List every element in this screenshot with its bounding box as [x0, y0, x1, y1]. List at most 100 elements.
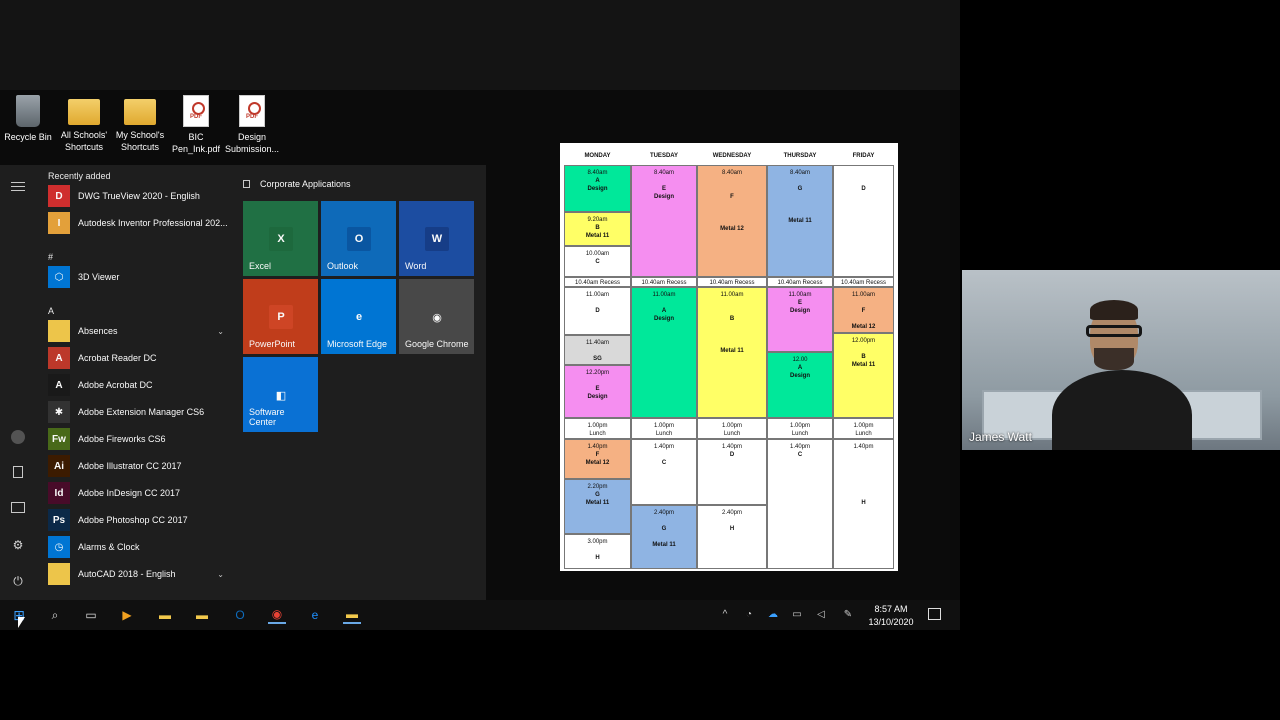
- timetable-cell-line: [834, 315, 893, 323]
- timetable-cell-line: [565, 546, 630, 554]
- tile-label: Excel: [249, 261, 272, 271]
- timetable-cell-line: 8.40am: [653, 170, 674, 176]
- timetable-day-header: THURSDAY: [783, 153, 817, 159]
- tile-software-center[interactable]: ◧ Software Center: [243, 357, 318, 432]
- show-hidden-icons-chevron-icon[interactable]: ^: [719, 609, 731, 621]
- timetable-day-header: TUESDAY: [649, 153, 679, 159]
- tile-word[interactable]: W Word: [399, 201, 474, 276]
- outlook-icon[interactable]: O: [231, 606, 249, 624]
- timetable-cell-line: A: [797, 365, 803, 371]
- tile-excel[interactable]: X Excel: [243, 201, 318, 276]
- timetable-cell: 1.00pm Lunch: [564, 418, 631, 439]
- network-icon[interactable]: ◔: [743, 609, 755, 621]
- user-account-icon[interactable]: [11, 430, 25, 444]
- app-list-item[interactable]: ◷ Alarms & Clock: [48, 536, 228, 558]
- timetable-cell-line: [768, 209, 832, 217]
- timetable-cell-line: Metal 11: [720, 348, 744, 354]
- timetable-cell: 1.40pm C: [767, 439, 833, 569]
- timetable-cell: 10.00am C: [564, 246, 631, 277]
- timetable-cell-line: 10.40am Recess: [840, 280, 887, 286]
- app-list-item[interactable]: AutoCAD 2018 - English ⌄: [48, 563, 228, 585]
- pdf-icon: [239, 95, 265, 127]
- timetable-cell-line: [698, 177, 766, 185]
- file-explorer-icon[interactable]: ▬: [156, 606, 174, 624]
- settings-gear-icon[interactable]: ⚙: [11, 538, 25, 552]
- timetable-cell-line: A: [595, 178, 600, 184]
- tile-outlook[interactable]: O Outlook: [321, 201, 396, 276]
- timetable-cell-line: Design: [587, 394, 608, 400]
- documents-icon[interactable]: [13, 466, 23, 478]
- timetable-cell-line: 2.20pm: [587, 484, 608, 490]
- timetable-cell-line: Lunch: [791, 431, 809, 437]
- app-list-item[interactable]: I Autodesk Inventor Professional 202...: [48, 212, 228, 234]
- onedrive-cloud-icon[interactable]: ☁: [767, 609, 779, 621]
- tile-powerpoint[interactable]: P PowerPoint: [243, 279, 318, 354]
- app-list-item[interactable]: Absences ⌄: [48, 320, 228, 342]
- timetable-cell-line: Metal 12: [851, 324, 876, 330]
- app-list-item[interactable]: Fw Adobe Fireworks CS6: [48, 428, 228, 450]
- timetable-cell-line: [834, 491, 893, 499]
- desktop-icon-design-submission[interactable]: Design Submission...: [224, 95, 280, 155]
- volume-icon[interactable]: ◁: [815, 609, 827, 621]
- app-list-item[interactable]: Ai Adobe Illustrator CC 2017: [48, 455, 228, 477]
- task-view-icon[interactable]: ▭: [82, 606, 100, 624]
- clock[interactable]: 8:57 AM 13/10/2020: [860, 603, 922, 629]
- hamburger-menu-icon[interactable]: [11, 179, 25, 193]
- timetable-cell-line: [698, 201, 766, 209]
- timetable-cell: 12.00pm B Metal 11: [833, 333, 894, 418]
- desktop-icon-recycle-bin[interactable]: Recycle Bin: [0, 95, 56, 143]
- timetable-cell-line: [565, 377, 630, 385]
- app-list-item[interactable]: A Acrobat Reader DC: [48, 347, 228, 369]
- timetable-cell: 11.00am D: [564, 287, 631, 335]
- timetable-cell: 12.00 A Design: [767, 352, 833, 418]
- tiles-group-header[interactable]: Corporate Applications: [243, 179, 443, 189]
- app-label: 3D Viewer: [78, 272, 120, 282]
- pictures-icon[interactable]: [11, 502, 25, 513]
- desktop-icon-all-schools-shortcuts[interactable]: All Schools' Shortcuts: [56, 95, 112, 153]
- excel-icon: X: [269, 227, 293, 251]
- timetable-cell-line: D: [729, 452, 735, 458]
- desktop-icon-my-schools-shortcuts[interactable]: My School's Shortcuts: [112, 95, 168, 153]
- clock-time: 8:57 AM: [874, 604, 908, 614]
- app-icon: Fw: [48, 428, 70, 450]
- app-list-item[interactable]: Id Adobe InDesign CC 2017: [48, 482, 228, 504]
- search-icon[interactable]: ⌕: [46, 606, 64, 624]
- section-letter-hash[interactable]: #: [48, 252, 53, 262]
- timetable-cell: 10.40am Recess: [564, 277, 631, 287]
- software-center-icon: ◧: [269, 383, 293, 407]
- media-player-icon[interactable]: ▶: [118, 606, 136, 624]
- power-icon[interactable]: ⏻: [11, 574, 25, 588]
- folder-icon[interactable]: ▬: [343, 606, 361, 624]
- desktop-icon-label: My School's Shortcuts: [115, 130, 165, 152]
- chrome-icon[interactable]: ◉: [268, 606, 286, 624]
- section-letter-a[interactable]: A: [48, 306, 54, 316]
- timetable-cell-line: G: [661, 526, 667, 532]
- timetable-cell-line: H: [729, 526, 735, 532]
- timetable-cell-line: F: [595, 452, 600, 458]
- timetable-cell-line: [834, 169, 893, 177]
- timetable-cell: 12.20pm E Design: [564, 365, 631, 418]
- timetable-cell-line: A: [661, 308, 667, 314]
- desktop-icon-bic-pen-ink-pdf[interactable]: BIC Pen_Ink.pdf: [168, 95, 224, 155]
- desktop-icon-label: BIC Pen_Ink.pdf: [171, 132, 221, 154]
- timetable-day-header: MONDAY: [584, 153, 611, 159]
- tile-label: PowerPoint: [249, 339, 296, 349]
- battery-icon[interactable]: ▭: [791, 609, 803, 621]
- app-list-item[interactable]: Ps Adobe Photoshop CC 2017: [48, 509, 228, 531]
- timetable-document: MONDAY TUESDAY WEDNESDAY THURSDAY FRIDAY 8.40…: [560, 143, 898, 571]
- folder-icon[interactable]: ▬: [193, 606, 211, 624]
- timetable-cell: 3.00pm H: [564, 534, 631, 569]
- internet-explorer-icon[interactable]: e: [306, 606, 324, 624]
- app-label: Adobe Acrobat DC: [78, 380, 153, 390]
- tile-microsoft-edge[interactable]: e Microsoft Edge: [321, 279, 396, 354]
- pen-workspace-icon[interactable]: ✎: [842, 609, 854, 621]
- timetable-cell-line: Metal 11: [788, 218, 812, 224]
- tile-label: Word: [405, 261, 427, 271]
- app-list-item[interactable]: ✱ Adobe Extension Manager CS6: [48, 401, 228, 423]
- timetable-day-header: WEDNESDAY: [712, 153, 752, 159]
- app-list-item[interactable]: ⬡ 3D Viewer: [48, 266, 228, 288]
- app-list-item[interactable]: A Adobe Acrobat DC: [48, 374, 228, 396]
- tile-google-chrome[interactable]: ◉ Google Chrome: [399, 279, 474, 354]
- action-center-icon[interactable]: [928, 608, 941, 620]
- app-list-item[interactable]: D DWG TrueView 2020 - English: [48, 185, 228, 207]
